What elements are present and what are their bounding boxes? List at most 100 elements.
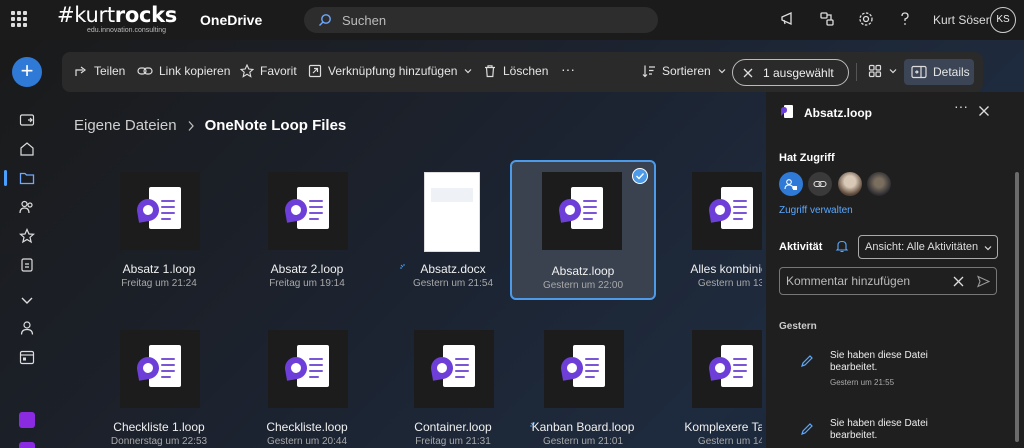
share-button[interactable]: Teilen [74, 64, 125, 78]
file-name[interactable]: Alles kombinier [658, 262, 762, 276]
search-box[interactable] [304, 7, 658, 33]
details-panel: Absatz.loop ··· Hat Zugriff Zugriff verw… [766, 92, 1024, 448]
file-tile[interactable]: Absatz 2.loop Freitag um 19:14 [234, 160, 380, 300]
copy-link-button[interactable]: Link kopieren [137, 64, 230, 78]
app-tile-icon[interactable] [19, 412, 35, 428]
file-name[interactable]: Kanban Board.loop [510, 420, 656, 434]
folder-icon[interactable] [19, 170, 35, 186]
app-name[interactable]: OneDrive [200, 12, 262, 28]
chevron-down-icon [718, 69, 726, 74]
recycle-bin-icon[interactable] [19, 257, 35, 273]
file-modified-date: Gestern um 21:01 [542, 436, 624, 447]
comment-input[interactable] [786, 274, 936, 288]
help-icon[interactable] [896, 10, 914, 28]
chevron-right-icon [188, 120, 194, 131]
loop-file-thumbnail [268, 330, 348, 408]
breadcrumb: Eigene Dateien OneNote Loop Files [74, 117, 346, 134]
top-bar: #kurtrocks edu.innovation.consulting One… [0, 0, 1024, 40]
settings-gear-icon[interactable] [857, 10, 875, 28]
grid-view-icon [868, 64, 882, 78]
activity-filter-value: Ansicht: Alle Aktivitäten [865, 241, 979, 253]
comment-box [779, 267, 997, 295]
megaphone-icon[interactable] [779, 10, 797, 28]
file-tile[interactable]: Alles kombinier Gestern um 13 [658, 160, 762, 300]
search-input[interactable] [342, 11, 642, 29]
breadcrumb-current: OneNote Loop Files [204, 117, 347, 134]
file-name[interactable]: Absatz.loop [512, 264, 654, 278]
bell-icon[interactable] [835, 239, 849, 253]
activity-text: Sie haben diese Datei bearbeitet. [830, 350, 928, 373]
share-label: Teilen [94, 64, 126, 78]
close-panel-icon[interactable] [978, 105, 990, 117]
file-tile[interactable]: Absatz 1.loop Freitag um 21:24 [86, 160, 232, 300]
chevron-down-icon [984, 246, 992, 251]
shared-people-icon[interactable] [19, 199, 35, 215]
home-icon[interactable] [19, 141, 35, 157]
app-tile-icon[interactable] [19, 442, 35, 448]
loop-file-thumbnail [542, 172, 622, 250]
calendar-icon[interactable] [19, 349, 35, 365]
breadcrumb-root[interactable]: Eigene Dateien [74, 117, 177, 134]
activity-filter-select[interactable]: Ansicht: Alle Aktivitäten [858, 235, 998, 259]
file-name[interactable]: Absatz 1.loop [86, 262, 232, 276]
private-access-avatar[interactable] [779, 172, 803, 196]
manage-access-link[interactable]: Zugriff verwalten [779, 205, 853, 216]
panel-more-button[interactable]: ··· [954, 98, 968, 114]
more-actions-button[interactable]: ··· [561, 61, 575, 77]
loop-file-thumbnail [544, 330, 624, 408]
brand-logo[interactable]: #kurtrocks edu.innovation.consulting [57, 3, 197, 35]
edit-pencil-icon [801, 355, 813, 367]
view-options-button[interactable] [868, 64, 898, 78]
add-shortcut-button[interactable]: Verknüpfung hinzufügen [308, 64, 473, 78]
file-name[interactable]: Absatz.docx [380, 262, 526, 276]
file-tile[interactable]: Checkliste 1.loop Donnerstag um 22:53 [86, 318, 232, 448]
person-icon[interactable] [19, 320, 35, 336]
share-icon [75, 66, 86, 76]
star-nav-icon[interactable] [19, 228, 35, 244]
favorite-button[interactable]: Favorit [240, 64, 297, 78]
file-tile[interactable]: Absatz.docx Gestern um 21:54 [380, 160, 526, 300]
trash-icon [485, 65, 495, 78]
app-launcher-icon[interactable] [11, 11, 27, 27]
new-button[interactable]: + [12, 57, 42, 87]
selected-check-icon[interactable] [632, 168, 648, 184]
details-button[interactable]: Details [904, 59, 974, 85]
activity-text: Sie haben diese Datei bearbeitet. [830, 418, 928, 441]
user-avatar[interactable]: KS [990, 7, 1016, 33]
share-network-icon[interactable] [818, 10, 836, 28]
shortcut-icon [308, 64, 322, 78]
file-name[interactable]: Container.loop [380, 420, 526, 434]
scrollbar-thumb[interactable] [1015, 172, 1019, 442]
details-pane-icon [911, 65, 927, 79]
file-tile[interactable]: Checkliste.loop Gestern um 20:44 [234, 318, 380, 448]
delete-button[interactable]: Löschen [483, 64, 548, 78]
brand-name: #kurtrocks [57, 3, 177, 27]
file-tile[interactable]: Komplexere Tabe Gestern um 14 [658, 318, 762, 448]
details-button-content: Details [911, 65, 970, 79]
file-name[interactable]: Absatz 2.loop [234, 262, 380, 276]
file-modified-date: Gestern um 20:44 [266, 436, 348, 447]
access-heading: Hat Zugriff [779, 152, 835, 164]
file-name[interactable]: Komplexere Tabe [658, 420, 762, 434]
selection-clear-button[interactable]: 1 ausgewählt [732, 59, 849, 86]
file-tile[interactable]: Kanban Board.loop Gestern um 21:01 [510, 318, 656, 448]
user-name[interactable]: Kurt Söser [933, 13, 990, 27]
clear-icon[interactable] [953, 276, 964, 287]
chevron-down-icon[interactable] [19, 292, 35, 308]
file-tile[interactable]: Absatz.loop Gestern um 22:00 [510, 160, 656, 300]
panel-scrollbar[interactable] [1014, 172, 1020, 442]
user-avatar[interactable] [867, 172, 891, 196]
sort-button[interactable]: Sortieren [642, 64, 727, 78]
brand-tagline: edu.innovation.consulting [87, 27, 167, 34]
delete-label: Löschen [503, 64, 549, 78]
file-modified-date: Donnerstag um 22:53 [110, 436, 208, 447]
file-name[interactable]: Checkliste.loop [234, 420, 380, 434]
send-icon[interactable] [977, 275, 990, 288]
copy-link-label: Link kopieren [159, 64, 231, 78]
activity-group-label: Gestern [779, 321, 817, 332]
link-access-avatar[interactable] [808, 172, 832, 196]
home-nav-icon[interactable] [19, 112, 35, 128]
user-avatar[interactable] [838, 172, 862, 196]
file-name[interactable]: Checkliste 1.loop [86, 420, 232, 434]
file-tile[interactable]: Container.loop Freitag um 21:31 [380, 318, 526, 448]
